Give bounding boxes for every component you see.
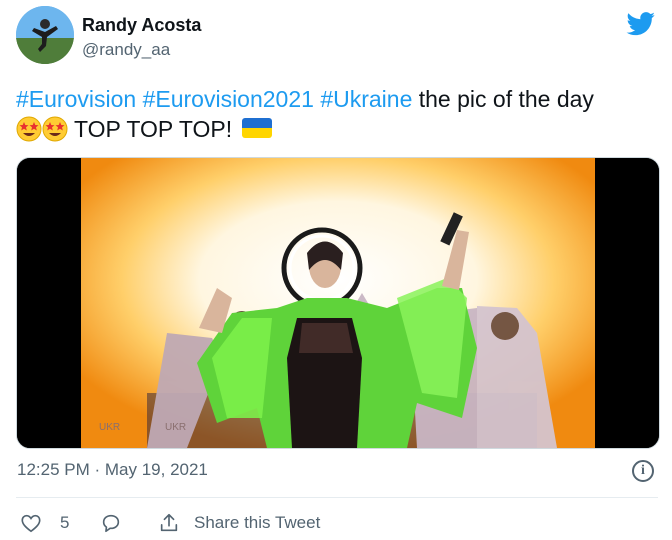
tweet-actions: 5 Share this Tweet: [16, 508, 658, 538]
avatar-photo: [16, 6, 74, 64]
hashtag-ukraine[interactable]: #Ukraine: [320, 86, 412, 112]
reply-button[interactable]: [100, 508, 122, 538]
video-watermark: UKR: [99, 422, 120, 433]
share-icon: [160, 513, 178, 532]
hashtag-eurovision[interactable]: #Eurovision: [16, 86, 136, 112]
share-button[interactable]: Share this Tweet: [158, 508, 320, 538]
like-button[interactable]: 5: [20, 508, 69, 538]
hashtag-eurovision2021[interactable]: #Eurovision2021: [143, 86, 314, 112]
tweet-text-line2: TOP TOP TOP!: [16, 114, 666, 144]
star-struck-emoji-icon: [42, 116, 68, 142]
star-struck-emoji-icon: [16, 116, 42, 142]
ukraine-flag-icon: [242, 118, 273, 138]
tweet-text-line1: #Eurovision #Eurovision2021 #Ukraine the…: [16, 84, 666, 114]
author-handle[interactable]: @randy_aa: [82, 40, 170, 60]
tweet-photo[interactable]: UKR UKR: [16, 157, 660, 449]
heart-icon: [21, 514, 41, 533]
video-watermark-2: UKR: [165, 422, 186, 433]
reply-icon: [102, 514, 120, 533]
author-avatar[interactable]: [16, 6, 74, 64]
tweet-body-text-2: TOP TOP TOP!: [73, 116, 233, 142]
divider: [16, 497, 658, 498]
tweet-timestamp[interactable]: 12:25 PM · May 19, 2021: [17, 460, 208, 480]
like-count: 5: [60, 513, 70, 532]
info-icon[interactable]: i: [632, 460, 654, 482]
share-label: Share this Tweet: [194, 513, 321, 532]
twitter-bird-icon[interactable]: [626, 12, 656, 36]
performance-photo: UKR UKR: [17, 158, 659, 448]
tweet-body-text: the pic of the day: [418, 86, 594, 112]
tweet-text: #Eurovision #Eurovision2021 #Ukraine the…: [16, 84, 666, 144]
author-name[interactable]: Randy Acosta: [82, 15, 201, 36]
